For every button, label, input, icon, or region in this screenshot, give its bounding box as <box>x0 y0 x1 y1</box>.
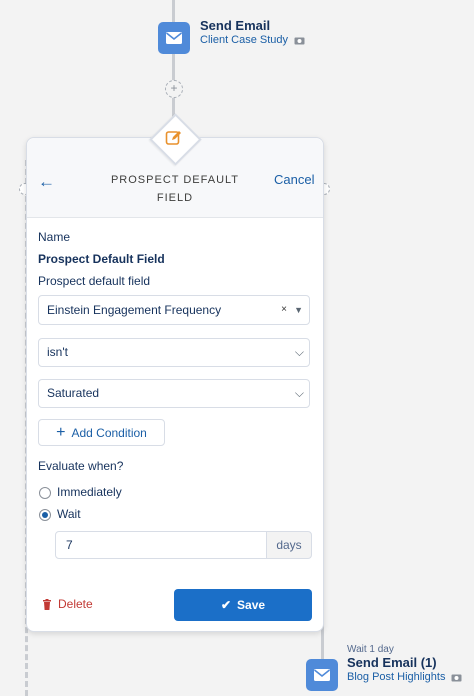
prospect-field-value: Einstein Engagement Frequency <box>47 303 222 317</box>
add-step-plus-icon[interactable]: + <box>165 80 183 98</box>
cancel-link[interactable]: Cancel <box>274 172 314 187</box>
wait-days-input[interactable]: 7 <box>55 531 267 559</box>
flow-connector-top <box>172 0 175 22</box>
edit-icon <box>162 126 186 150</box>
name-value: Prospect Default Field <box>38 252 165 266</box>
delete-label: Delete <box>58 597 93 611</box>
radio-immediately-label[interactable]: Immediately <box>57 485 122 499</box>
save-button[interactable]: ✔ Save <box>174 589 312 621</box>
back-arrow-icon[interactable]: ← <box>38 172 55 192</box>
operator-select[interactable]: isn't ⌵ <box>38 338 310 367</box>
bottom-step-title[interactable]: Send Email (1) <box>347 655 437 670</box>
condition-select[interactable]: Saturated ⌵ <box>38 379 310 408</box>
top-step-title[interactable]: Send Email <box>200 18 270 33</box>
clear-icon[interactable]: × <box>281 296 287 324</box>
bottom-step-link[interactable]: Blog Post Highlights <box>347 671 462 683</box>
top-step-email-icon[interactable] <box>158 22 190 54</box>
edit-rule-panel: ← PROSPECT DEFAULT FIELD Cancel Name Pro… <box>26 137 324 632</box>
camera-icon <box>451 674 462 681</box>
condition-value: Saturated <box>47 386 100 400</box>
radio-immediately[interactable] <box>39 487 51 499</box>
operator-value: isn't <box>47 345 68 359</box>
trash-icon <box>43 598 51 610</box>
check-icon: ✔ <box>220 598 232 612</box>
dropdown-triangle-icon[interactable]: ▼ <box>294 296 303 324</box>
name-label: Name <box>38 230 71 244</box>
plus-icon: + <box>56 423 66 441</box>
top-step-link[interactable]: Client Case Study <box>200 34 305 46</box>
panel-title-line1: PROSPECT DEFAULT <box>110 174 240 186</box>
field-label: Prospect default field <box>38 274 151 288</box>
add-condition-button[interactable]: + Add Condition <box>38 419 165 446</box>
wait-label: Wait 1 day <box>347 644 394 655</box>
bottom-step-link-text[interactable]: Blog Post Highlights <box>347 671 445 683</box>
evaluate-label: Evaluate when? <box>38 459 124 473</box>
delete-button[interactable]: Delete <box>42 597 93 611</box>
bottom-step-email-icon[interactable] <box>306 659 338 691</box>
prospect-field-combobox[interactable]: Einstein Engagement Frequency × ▼ <box>38 295 310 325</box>
radio-wait[interactable] <box>39 509 51 521</box>
wait-unit-addon: days <box>266 531 312 559</box>
camera-icon <box>294 37 305 44</box>
add-condition-label: Add Condition <box>71 425 147 440</box>
chevron-down-icon: ⌵ <box>294 345 304 359</box>
top-step-link-text[interactable]: Client Case Study <box>200 34 288 46</box>
chevron-down-icon: ⌵ <box>294 386 304 400</box>
save-label: Save <box>237 598 266 612</box>
panel-title-line2: FIELD <box>156 192 194 204</box>
radio-wait-label[interactable]: Wait <box>57 507 81 521</box>
panel-title: PROSPECT DEFAULT FIELD <box>107 171 243 207</box>
